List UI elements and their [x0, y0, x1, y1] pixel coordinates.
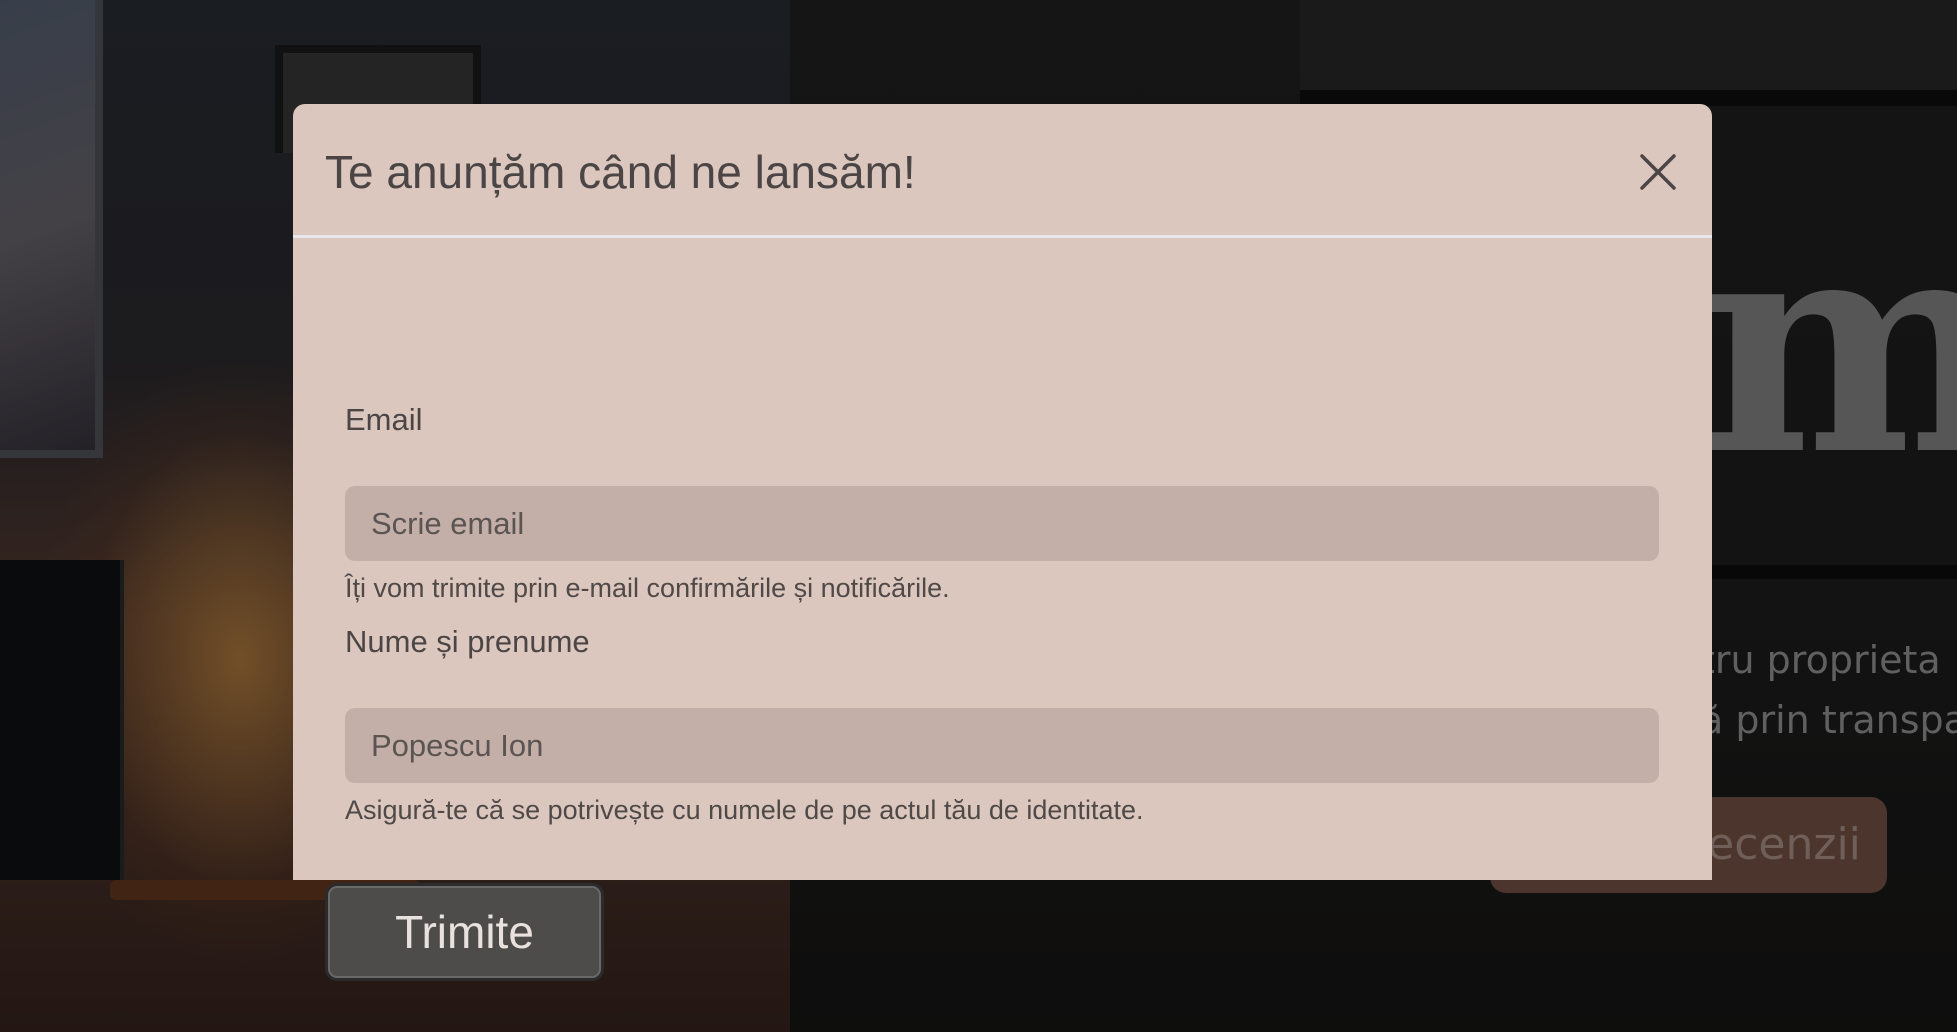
name-label: Nume și prenume — [345, 624, 590, 659]
full-name-field[interactable] — [345, 708, 1659, 783]
email-field[interactable] — [345, 486, 1659, 561]
email-help-text: Îți vom trimite prin e-mail confirmările… — [345, 573, 950, 603]
page: m tru proprieta ă prin transpa recenzii … — [0, 0, 1957, 1032]
submit-button[interactable]: Trimite — [325, 883, 604, 981]
close-icon — [1640, 154, 1676, 190]
email-label: Email — [345, 402, 423, 437]
signup-modal: Te anunțăm când ne lansăm! Email Îți vom… — [293, 104, 1712, 981]
modal-header: Te anunțăm când ne lansăm! — [293, 104, 1712, 238]
name-help-text: Asigură-te că se potrivește cu numele de… — [345, 795, 1144, 825]
close-button[interactable] — [1638, 152, 1678, 192]
modal-title: Te anunțăm când ne lansăm! — [325, 146, 916, 198]
